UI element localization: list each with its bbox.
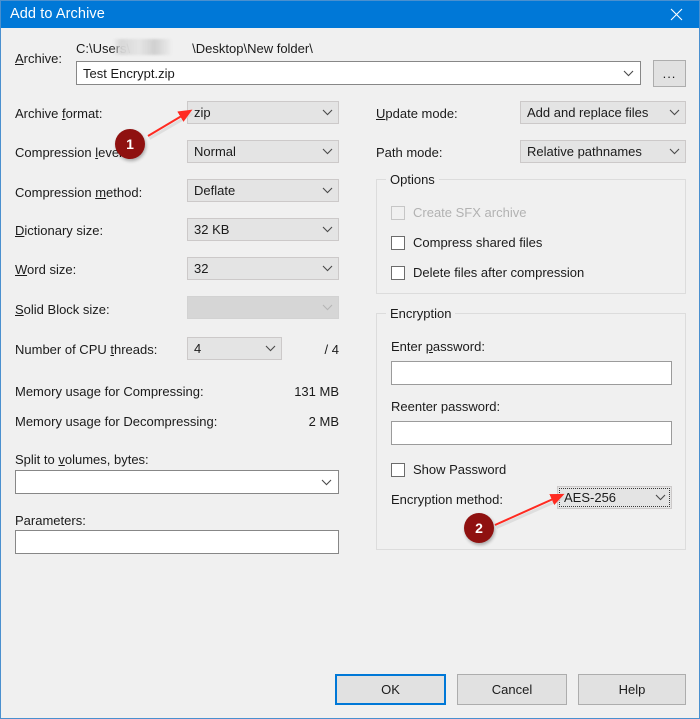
- encryption-method-value: AES-256: [564, 490, 617, 505]
- chevron-down-icon: [316, 265, 338, 272]
- checkbox-label: Create SFX archive: [413, 205, 527, 220]
- chevron-down-icon: [663, 109, 685, 116]
- close-button[interactable]: [653, 1, 699, 28]
- memory-decompressing-label: Memory usage for Decompressing:: [15, 414, 218, 429]
- compression-method-combo[interactable]: Deflate: [187, 179, 339, 202]
- archive-name-input[interactable]: Test Encrypt.zip: [76, 61, 641, 85]
- memory-compressing-value: 131 MB: [294, 384, 339, 399]
- word-size-label: Word size:: [15, 262, 77, 277]
- compression-level-combo[interactable]: Normal: [187, 140, 339, 163]
- compression-method-label: Compression method:: [15, 185, 143, 200]
- split-volumes-label: Split to volumes, bytes:: [15, 452, 149, 467]
- cpu-threads-combo[interactable]: 4: [187, 337, 282, 360]
- chevron-down-icon: [316, 304, 338, 311]
- update-mode-combo[interactable]: Add and replace files: [520, 101, 686, 124]
- chevron-down-icon[interactable]: [314, 479, 338, 486]
- title-bar: Add to Archive: [1, 1, 699, 28]
- dictionary-size-label: Dictionary size:: [15, 223, 104, 238]
- checkbox-create-sfx-archive: Create SFX archive: [391, 205, 526, 220]
- archive-path-text: C:\Users\ \Desktop\New folder\: [76, 41, 313, 57]
- update-mode-label: Update mode:: [376, 106, 458, 121]
- parameters-input[interactable]: [15, 530, 339, 554]
- parameters-label: Parameters:: [15, 513, 86, 528]
- compression-method-value: Deflate: [194, 183, 236, 198]
- path-mode-combo[interactable]: Relative pathnames: [520, 140, 686, 163]
- cpu-threads-total: / 4: [324, 342, 339, 357]
- enter-password-input[interactable]: [391, 361, 672, 385]
- checkbox-box[interactable]: [391, 462, 405, 477]
- dictionary-size-value: 32 KB: [194, 222, 230, 237]
- archive-name-value: Test Encrypt.zip: [83, 65, 175, 81]
- chevron-down-icon: [259, 345, 281, 352]
- archive-format-combo[interactable]: zip: [187, 101, 339, 124]
- reenter-password-input[interactable]: [391, 421, 672, 445]
- memory-decompressing-value: 2 MB: [308, 414, 339, 429]
- cancel-button[interactable]: Cancel: [457, 674, 567, 705]
- path-mode-value: Relative pathnames: [527, 144, 642, 159]
- compression-level-value: Normal: [194, 144, 236, 159]
- checkbox-compress-shared-files[interactable]: Compress shared files: [391, 235, 542, 250]
- browse-button[interactable]: ...: [653, 60, 686, 87]
- archive-label: Archive:: [15, 51, 62, 66]
- close-icon: [670, 8, 683, 21]
- window-title: Add to Archive: [10, 6, 105, 22]
- checkbox-box: [391, 205, 405, 220]
- checkbox-box[interactable]: [391, 235, 405, 250]
- checkbox-show-password[interactable]: Show Password: [391, 462, 506, 477]
- cpu-threads-label: Number of CPU threads:: [15, 342, 158, 357]
- reenter-password-label: Reenter password:: [391, 399, 501, 414]
- encryption-groupbox-title: Encryption: [386, 306, 456, 321]
- checkbox-label: Delete files after compression: [413, 265, 585, 280]
- archive-format-value: zip: [194, 105, 211, 120]
- encryption-method-combo[interactable]: AES-256: [557, 486, 672, 509]
- enter-password-label: Enter password:: [391, 339, 485, 354]
- path-mode-label: Path mode:: [376, 145, 443, 160]
- update-mode-value: Add and replace files: [527, 105, 649, 120]
- chevron-down-icon[interactable]: [616, 70, 640, 77]
- ok-button[interactable]: OK: [335, 674, 446, 705]
- solid-block-size-label: Solid Block size:: [15, 302, 110, 317]
- archive-path-suffix: \Desktop\New folder\: [192, 41, 313, 56]
- compression-level-label: Compression level:: [15, 145, 126, 160]
- chevron-down-icon: [649, 494, 671, 501]
- word-size-value: 32: [194, 261, 209, 276]
- checkbox-label: Show Password: [413, 462, 507, 477]
- chevron-down-icon: [663, 148, 685, 155]
- checkbox-delete-files-after-compression[interactable]: Delete files after compression: [391, 265, 584, 280]
- chevron-down-icon: [316, 187, 338, 194]
- dictionary-size-combo[interactable]: 32 KB: [187, 218, 339, 241]
- cpu-threads-value: 4: [194, 341, 202, 356]
- word-size-combo[interactable]: 32: [187, 257, 339, 280]
- encryption-method-label: Encryption method:: [391, 492, 504, 507]
- options-groupbox-title: Options: [386, 172, 439, 187]
- add-to-archive-dialog: Add to Archive Archive: C:\Users\ \Deskt…: [0, 0, 700, 719]
- chevron-down-icon: [316, 109, 338, 116]
- split-volumes-input[interactable]: [15, 470, 339, 494]
- chevron-down-icon: [316, 226, 338, 233]
- checkbox-label: Compress shared files: [413, 235, 543, 250]
- memory-compressing-label: Memory usage for Compressing:: [15, 384, 204, 399]
- redacted-username: [113, 39, 171, 55]
- help-button[interactable]: Help: [578, 674, 686, 705]
- archive-format-label: Archive format:: [15, 106, 103, 121]
- chevron-down-icon: [316, 148, 338, 155]
- solid-block-size-combo: [187, 296, 339, 319]
- checkbox-box[interactable]: [391, 265, 405, 280]
